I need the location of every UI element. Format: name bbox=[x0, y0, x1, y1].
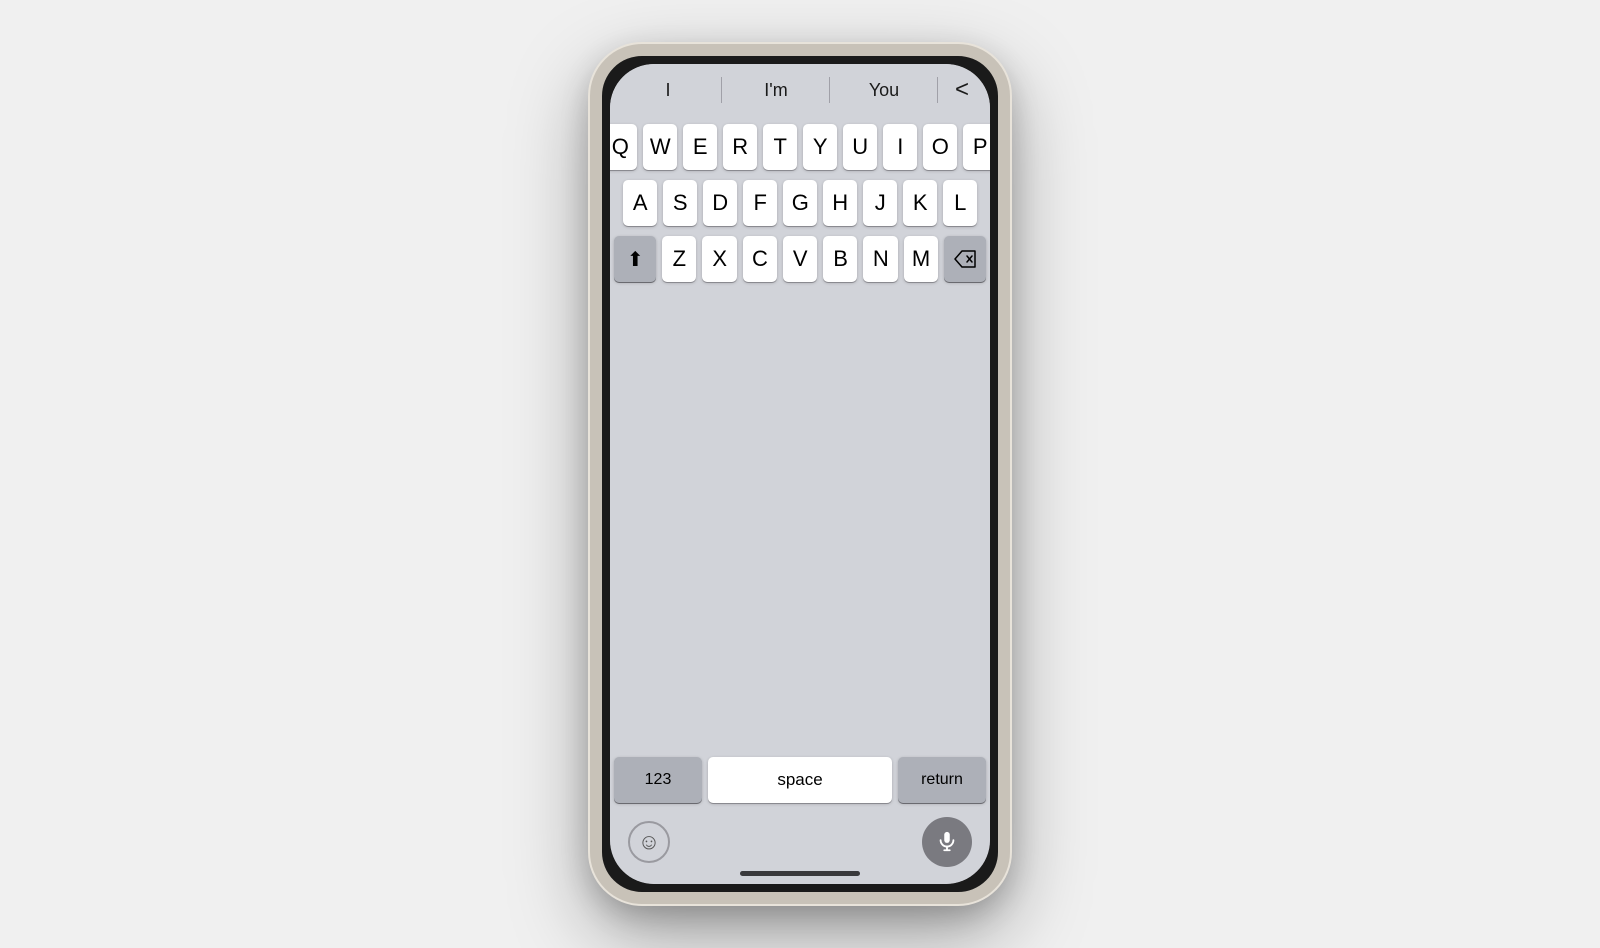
home-bar bbox=[740, 871, 860, 876]
key-c[interactable]: C bbox=[743, 236, 777, 282]
key-r[interactable]: R bbox=[723, 124, 757, 170]
return-key[interactable]: return bbox=[898, 757, 986, 803]
key-v[interactable]: V bbox=[783, 236, 817, 282]
delete-key[interactable] bbox=[944, 236, 986, 282]
key-o[interactable]: O bbox=[923, 124, 957, 170]
suggestion-you[interactable]: You bbox=[830, 64, 938, 116]
key-a[interactable]: A bbox=[623, 180, 657, 226]
keyboard-container: I I'm You < Q bbox=[610, 64, 990, 884]
shift-icon: ⬆ bbox=[627, 247, 643, 272]
key-n[interactable]: N bbox=[863, 236, 897, 282]
key-t[interactable]: T bbox=[763, 124, 797, 170]
mic-icon bbox=[936, 831, 958, 853]
key-e[interactable]: E bbox=[683, 124, 717, 170]
keys-area: Q W E R T Y U I O P A S bbox=[610, 116, 990, 757]
key-u[interactable]: U bbox=[843, 124, 877, 170]
key-h[interactable]: H bbox=[823, 180, 857, 226]
home-indicator bbox=[610, 871, 990, 884]
key-l[interactable]: L bbox=[943, 180, 977, 226]
key-x[interactable]: X bbox=[702, 236, 736, 282]
phone-inner: I I'm You < Q bbox=[610, 64, 990, 884]
accessory-bar: ☺ bbox=[610, 809, 990, 871]
key-f[interactable]: F bbox=[743, 180, 777, 226]
emoji-button[interactable]: ☺ bbox=[628, 821, 670, 863]
key-row-2: A S D F G H J K L bbox=[614, 180, 986, 226]
key-b[interactable]: B bbox=[823, 236, 857, 282]
mic-button[interactable] bbox=[922, 817, 972, 867]
key-p[interactable]: P bbox=[963, 124, 990, 170]
space-key[interactable]: space bbox=[708, 757, 892, 803]
phone-wrapper: I I'm You < Q bbox=[590, 44, 1010, 904]
phone-frame: I I'm You < Q bbox=[590, 44, 1010, 904]
key-row-1: Q W E R T Y U I O P bbox=[614, 124, 986, 170]
key-i[interactable]: I bbox=[883, 124, 917, 170]
key-y[interactable]: Y bbox=[803, 124, 837, 170]
key-d[interactable]: D bbox=[703, 180, 737, 226]
key-k[interactable]: K bbox=[903, 180, 937, 226]
key-s[interactable]: S bbox=[663, 180, 697, 226]
key-w[interactable]: W bbox=[643, 124, 677, 170]
suggestion-bar: I I'm You < bbox=[610, 64, 990, 116]
emoji-icon: ☺ bbox=[638, 829, 660, 855]
suggestion-i[interactable]: I bbox=[614, 64, 722, 116]
delete-icon bbox=[954, 250, 976, 268]
key-q[interactable]: Q bbox=[610, 124, 637, 170]
key-m[interactable]: M bbox=[904, 236, 938, 282]
shift-key[interactable]: ⬆ bbox=[614, 236, 656, 282]
key-row-3: ⬆ Z X C V B N M bbox=[614, 236, 986, 282]
numbers-key[interactable]: 123 bbox=[614, 757, 702, 803]
key-g[interactable]: G bbox=[783, 180, 817, 226]
suggestion-back-button[interactable]: < bbox=[938, 76, 986, 104]
key-j[interactable]: J bbox=[863, 180, 897, 226]
bottom-row: 123 space return bbox=[610, 757, 990, 809]
key-z[interactable]: Z bbox=[662, 236, 696, 282]
suggestion-im[interactable]: I'm bbox=[722, 64, 830, 116]
